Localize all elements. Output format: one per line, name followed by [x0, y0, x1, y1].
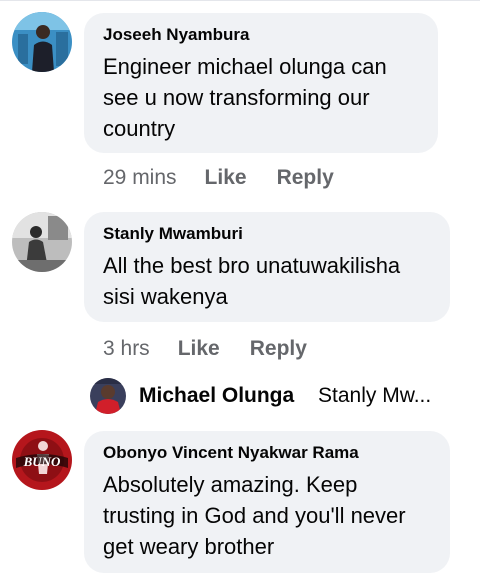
comment-author[interactable]: Obonyo Vincent Nyakwar Rama	[103, 443, 432, 463]
like-button[interactable]: Like	[178, 337, 220, 361]
comment-actions: 3 hrs Like Reply	[103, 337, 307, 361]
comment-bubble: Stanly Mwamburi All the best bro unatuwa…	[84, 212, 450, 322]
reply-preview[interactable]: Michael Olunga Stanly Mw...	[90, 378, 470, 414]
top-divider	[0, 0, 480, 1]
comment-author[interactable]: Stanly Mwamburi	[103, 224, 432, 244]
comment-bubble: Obonyo Vincent Nyakwar Rama Absolutely a…	[84, 431, 450, 573]
comment-text: Absolutely amazing. Keep trusting in God…	[103, 472, 406, 559]
comment-bubble: Joseeh Nyambura Engineer michael olunga …	[84, 13, 438, 153]
reply-text-preview[interactable]: Stanly Mw...	[318, 384, 431, 408]
avatar[interactable]	[90, 378, 126, 414]
comment-text: All the best bro unatuwakilisha sisi wak…	[103, 253, 401, 309]
reply-button[interactable]: Reply	[277, 166, 334, 190]
reply-button[interactable]: Reply	[250, 337, 307, 361]
avatar[interactable]	[12, 212, 72, 272]
avatar[interactable]: BUNO	[12, 430, 72, 490]
svg-text:BUNO: BUNO	[23, 454, 61, 469]
avatar[interactable]	[12, 12, 72, 72]
comment-author[interactable]: Joseeh Nyambura	[103, 25, 420, 45]
like-button[interactable]: Like	[205, 166, 247, 190]
reply-author[interactable]: Michael Olunga	[139, 384, 294, 408]
comment-timestamp[interactable]: 3 hrs	[103, 337, 150, 361]
comment-timestamp[interactable]: 29 mins	[103, 166, 177, 190]
comment-actions: 29 mins Like Reply	[103, 166, 334, 190]
comment-text: Engineer michael olunga can see u now tr…	[103, 54, 387, 141]
